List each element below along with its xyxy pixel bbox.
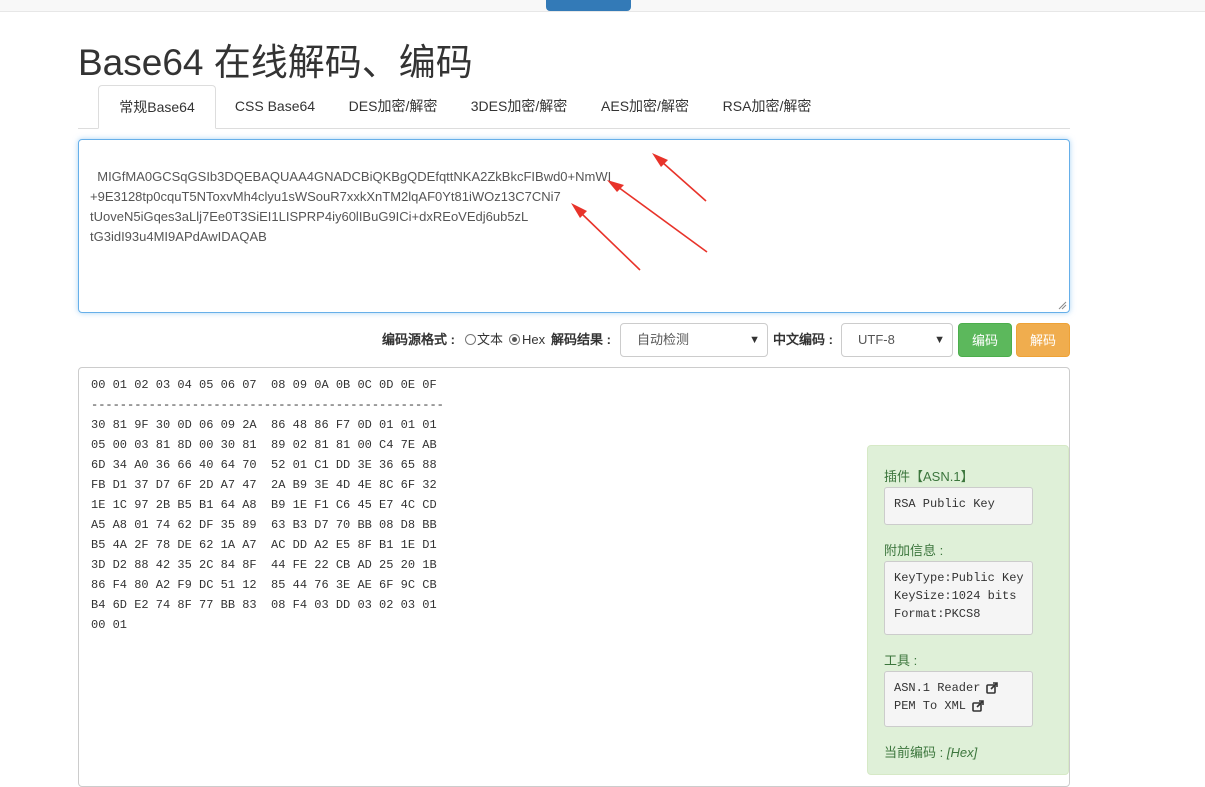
- page-title: Base64 在线解码、编码: [78, 42, 473, 83]
- hex-row: 3D D2 88 42 35 2C 84 8F 44 FE 22 CB AD 2…: [91, 558, 437, 572]
- tool-pem-to-xml[interactable]: PEM To XML: [894, 697, 1023, 715]
- control-row: 编码源格式 : 文本 Hex 解码结果 : 自动检测 ▼ 中文编码 : UTF-…: [0, 323, 1205, 357]
- charset-select-value: UTF-8: [858, 332, 895, 347]
- nav-item-active[interactable]: [546, 0, 631, 11]
- tab-3des[interactable]: 3DES加密/解密: [458, 85, 580, 128]
- hex-row: FB D1 37 D7 6F 2D A7 47 2A B9 3E 4D 4E 8…: [91, 478, 437, 492]
- hex-row: B5 4A 2F 78 DE 62 1A A7 AC DD A2 E5 8F B…: [91, 538, 437, 552]
- tool-asn1-reader[interactable]: ASN.1 Reader: [894, 679, 1023, 697]
- tool-pem-to-xml-label: PEM To XML: [894, 699, 967, 713]
- chevron-down-icon: ▼: [934, 334, 945, 346]
- tab-aes[interactable]: AES加密/解密: [588, 85, 702, 128]
- radio-text[interactable]: [465, 334, 476, 345]
- tab-rsa[interactable]: RSA加密/解密: [710, 85, 824, 128]
- radio-hex[interactable]: [509, 334, 520, 345]
- result-label: 解码结果 :: [551, 332, 611, 347]
- external-link-icon[interactable]: [986, 682, 999, 694]
- top-navbar: [0, 0, 1205, 12]
- chevron-down-icon: ▼: [749, 334, 760, 346]
- tab-css-base64[interactable]: CSS Base64: [220, 85, 330, 128]
- decode-button[interactable]: 解码: [1016, 323, 1070, 357]
- external-link-icon[interactable]: [972, 700, 984, 712]
- hex-header: 00 01 02 03 04 05 06 07 08 09 0A 0B 0C 0…: [91, 378, 437, 392]
- hex-row: 86 F4 80 A2 F9 DC 51 12 85 44 76 3E AE 6…: [91, 578, 437, 592]
- nav-item[interactable]: [280, 0, 320, 11]
- plugin-value: RSA Public Key: [884, 487, 1033, 525]
- hex-row: 30 81 9F 30 0D 06 09 2A 86 48 86 F7 0D 0…: [91, 418, 437, 432]
- hex-row: B4 6D E2 74 8F 77 BB 83 08 F4 03 DD 03 0…: [91, 598, 437, 612]
- tab-des[interactable]: DES加密/解密: [336, 85, 450, 128]
- plugin-value-text: RSA Public Key: [894, 497, 995, 511]
- hex-row: 6D 34 A0 36 66 40 64 70 52 01 C1 DD 3E 3…: [91, 458, 437, 472]
- tool-asn1-reader-label: ASN.1 Reader: [894, 681, 981, 695]
- nav-item[interactable]: [720, 0, 790, 11]
- hex-row: 00 01: [91, 618, 128, 632]
- base64-input[interactable]: MIGfMA0GCSqGSIb3DQEBAQUAA4GNADCBiQKBgQDE…: [78, 139, 1070, 313]
- nav-item[interactable]: [910, 0, 990, 11]
- key-format: Format:PKCS8: [894, 607, 981, 621]
- charset-select[interactable]: UTF-8 ▼: [841, 323, 953, 357]
- source-format-label: 编码源格式 :: [382, 332, 455, 347]
- nav-item[interactable]: [360, 0, 410, 11]
- hex-row: 1E 1C 97 2B B5 B1 64 A8 B9 1E F1 C6 45 E…: [91, 498, 437, 512]
- tab-bar: 常规Base64 CSS Base64 DES加密/解密 3DES加密/解密 A…: [78, 85, 1070, 129]
- hex-row: 05 00 03 81 8D 00 30 81 89 02 81 81 00 C…: [91, 438, 437, 452]
- nav-item[interactable]: [170, 0, 250, 11]
- key-size: KeySize:1024 bits: [894, 589, 1017, 603]
- nav-item[interactable]: [450, 0, 520, 11]
- radio-text-label: 文本: [477, 332, 504, 347]
- current-encoding-label: 当前编码 :: [884, 745, 944, 760]
- result-select-value: 自动检测: [637, 332, 690, 347]
- tab-standard-base64[interactable]: 常规Base64: [98, 85, 216, 129]
- extra-info-box: KeyType:Public Key KeySize:1024 bits For…: [884, 561, 1033, 635]
- tools-label: 工具 :: [884, 653, 918, 668]
- extra-info-label: 附加信息 :: [884, 543, 944, 558]
- hex-row: A5 A8 01 74 62 DF 35 89 63 B3 D7 70 BB 0…: [91, 518, 437, 532]
- current-encoding: 当前编码 : [Hex]: [884, 742, 977, 761]
- resize-grip-icon[interactable]: [1058, 301, 1067, 310]
- result-select[interactable]: 自动检测 ▼: [620, 323, 768, 357]
- nav-item[interactable]: [830, 0, 880, 11]
- encode-button[interactable]: 编码: [958, 323, 1012, 357]
- key-type: KeyType:Public Key: [894, 571, 1024, 585]
- hex-separator: ----------------------------------------…: [91, 398, 444, 412]
- radio-hex-label: Hex: [522, 332, 546, 347]
- current-encoding-value: [Hex]: [946, 745, 978, 760]
- plugin-label: 插件【ASN.1】: [884, 469, 974, 484]
- input-text: MIGfMA0GCSqGSIb3DQEBAQUAA4GNADCBiQKBgQDE…: [90, 169, 612, 244]
- charset-label: 中文编码 :: [773, 332, 833, 347]
- tools-box: ASN.1 Reader PEM To XML: [884, 671, 1033, 727]
- asn1-info-panel: 插件【ASN.1】 RSA Public Key 附加信息 : KeyType:…: [867, 445, 1069, 775]
- nav-item[interactable]: [650, 0, 690, 11]
